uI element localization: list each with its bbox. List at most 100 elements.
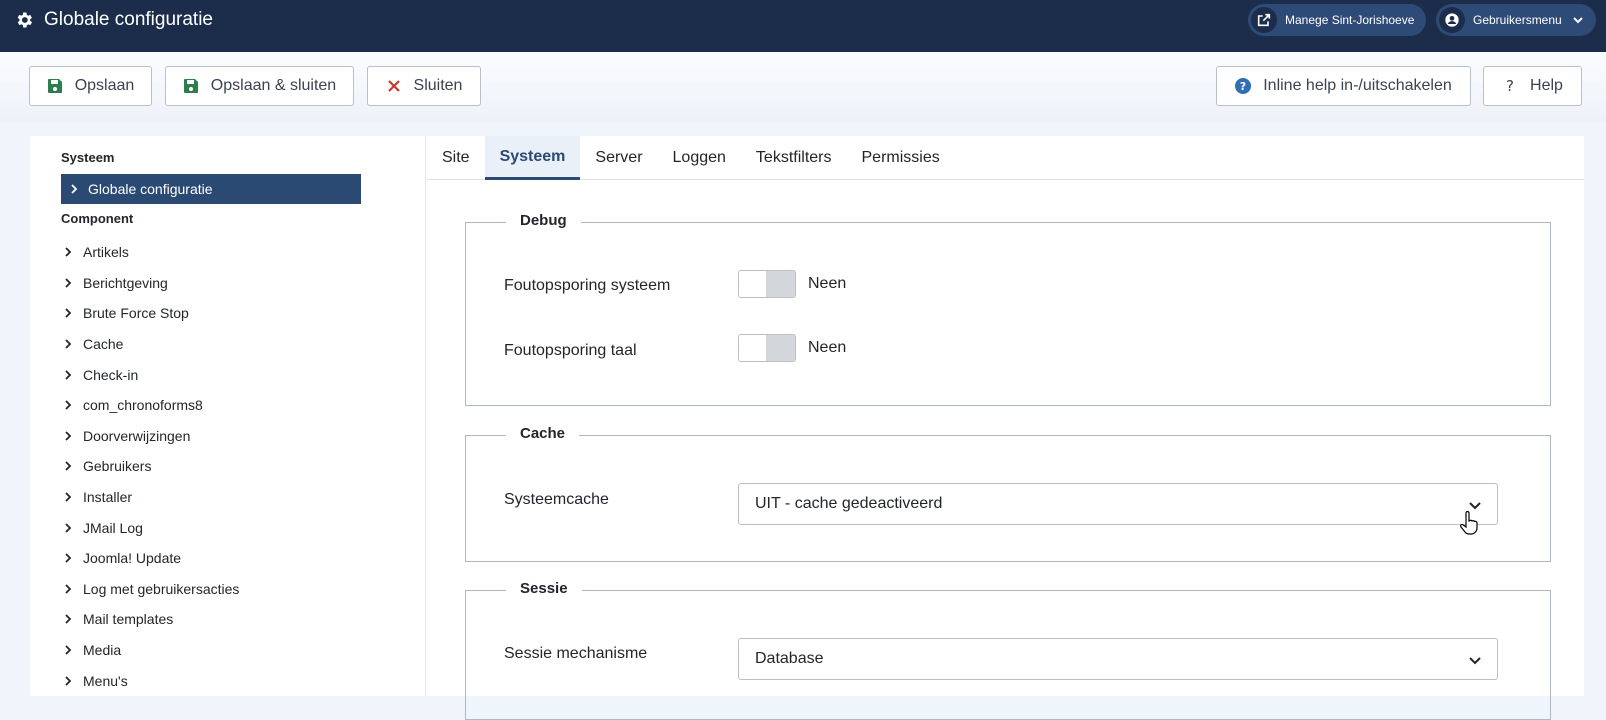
gear-icon	[17, 12, 32, 28]
chevron-down-icon	[1573, 17, 1583, 24]
close-button[interactable]: Sluiten	[367, 66, 481, 106]
save-label: Opslaan	[74, 77, 135, 94]
question-icon: ?	[1506, 78, 1514, 94]
debug-legend: Debug	[506, 212, 581, 229]
sidebar-item-label: Berichtgeving	[83, 274, 168, 291]
sidebar-item[interactable]: Media	[63, 635, 383, 666]
sidebar: Systeem Globale configuratie Component A…	[30, 136, 426, 696]
cache-legend: Cache	[506, 425, 580, 442]
chevron-right-icon	[65, 614, 72, 625]
close-icon	[387, 80, 400, 92]
sidebar-item-label: Installer	[83, 489, 133, 506]
sidebar-heading-system: Systeem	[61, 150, 115, 165]
language-debug-switch[interactable]	[738, 334, 796, 362]
sidebar-item-label: Mail templates	[83, 611, 174, 628]
tab-logging[interactable]: Loggen	[658, 136, 741, 180]
sidebar-item[interactable]: Installer	[63, 482, 383, 513]
sidebar-item[interactable]: Gebruikers	[63, 451, 383, 482]
svg-text:?: ?	[1240, 80, 1246, 93]
top-header: Globale configuratie Manege Sint-Jorisho…	[0, 0, 1606, 52]
system-debug-switch[interactable]	[738, 270, 796, 298]
system-cache-value: UIT - cache gedeactiveerd	[755, 495, 943, 512]
chevron-right-icon	[65, 400, 72, 410]
page-title: Globale configuratie	[14, 9, 213, 31]
config-content: Site Systeem Server Loggen Tekstfilters …	[427, 136, 1584, 720]
chevron-down-icon	[1469, 657, 1481, 665]
language-debug-value: Neen	[808, 339, 847, 356]
session-fieldset: Sessie Sessie mechanisme Database	[465, 580, 1551, 720]
chevron-right-icon	[65, 584, 72, 594]
session-legend: Sessie	[506, 580, 582, 597]
sidebar-item-label: JMail Log	[83, 519, 143, 536]
chevron-right-icon	[65, 278, 72, 288]
sidebar-item-label: Doorverwijzingen	[83, 427, 191, 444]
tab-system[interactable]: Systeem	[484, 136, 581, 180]
chevron-right-icon	[65, 675, 72, 686]
sidebar-item[interactable]: JMail Log	[63, 512, 383, 543]
sidebar-heading-component: Component	[61, 211, 134, 226]
system-cache-select[interactable]: UIT - cache gedeactiveerd	[738, 483, 1498, 525]
sidebar-item-label: Media	[83, 642, 122, 659]
sidebar-item[interactable]: com_chronoforms8	[63, 390, 383, 421]
chevron-right-icon	[65, 645, 72, 655]
save-close-label: Opslaan & sluiten	[210, 77, 337, 94]
close-label: Sluiten	[413, 77, 463, 94]
save-button[interactable]: Opslaan	[29, 66, 152, 106]
session-handler-label: Sessie mechanisme	[504, 645, 648, 662]
cache-fieldset: Cache Systeemcache UIT - cache gedeactiv…	[465, 425, 1551, 562]
sidebar-item[interactable]: Log met gebruikersacties	[63, 574, 383, 605]
sidebar-item-global-config[interactable]: Globale configuratie	[61, 174, 361, 204]
sidebar-item[interactable]: Artikels	[63, 237, 383, 268]
save-icon	[183, 79, 198, 93]
sidebar-item[interactable]: Berichtgeving	[63, 268, 383, 299]
hand-pointer-cursor-icon	[1460, 511, 1478, 535]
session-handler-select[interactable]: Database	[738, 638, 1498, 680]
chevron-right-icon	[65, 523, 72, 533]
sidebar-item-label: Gebruikers	[83, 458, 152, 475]
sidebar-item-label: Globale configuratie	[88, 181, 213, 197]
sidebar-item[interactable]: Check-in	[63, 359, 383, 390]
language-debug-label: Foutopsporing taal	[504, 342, 637, 359]
sidebar-item-label: Joomla! Update	[83, 550, 182, 567]
tab-bar: Site Systeem Server Loggen Tekstfilters …	[427, 136, 1584, 180]
chevron-right-icon	[71, 184, 78, 194]
inline-help-label: Inline help in-/uitschakelen	[1263, 77, 1452, 94]
sidebar-item-label: Cache	[83, 336, 124, 353]
tab-server[interactable]: Server	[580, 136, 657, 180]
switch-knob	[766, 335, 795, 361]
question-circle-icon: ?	[1235, 78, 1252, 94]
system-debug-label: Foutopsporing systeem	[504, 277, 671, 294]
svg-text:?: ?	[1506, 78, 1514, 94]
sidebar-item-label: Brute Force Stop	[83, 305, 189, 322]
site-link-button[interactable]: Manege Sint-Jorishoeve	[1248, 4, 1426, 36]
tab-permissions[interactable]: Permissies	[847, 136, 955, 180]
sidebar-item-label: Check-in	[83, 366, 139, 383]
system-debug-value: Neen	[808, 275, 847, 292]
chevron-right-icon	[65, 339, 72, 349]
user-avatar-icon	[1439, 7, 1465, 33]
save-close-button[interactable]: Opslaan & sluiten	[165, 66, 354, 106]
user-menu-button[interactable]: Gebruikersmenu	[1436, 4, 1596, 36]
debug-fieldset: Debug Foutopsporing systeem Neen Foutops…	[465, 212, 1551, 406]
sidebar-item[interactable]: Cache	[63, 329, 383, 360]
session-handler-value: Database	[755, 650, 824, 667]
chevron-right-icon	[65, 553, 72, 563]
sidebar-item-label: Menu's	[83, 672, 128, 689]
sidebar-item[interactable]: Joomla! Update	[63, 543, 383, 574]
inline-help-toggle-button[interactable]: ? Inline help in-/uitschakelen	[1216, 66, 1471, 106]
switch-knob	[766, 271, 795, 297]
chevron-right-icon	[65, 247, 72, 257]
external-link-icon	[1251, 7, 1277, 33]
component-list: Artikels Berichtgeving Brute Force Stop …	[63, 237, 383, 696]
sidebar-item[interactable]: Menu's	[63, 665, 383, 696]
sidebar-item[interactable]: Doorverwijzingen	[63, 421, 383, 452]
sidebar-item-label: Log met gebruikersacties	[83, 580, 240, 597]
tab-text-filters[interactable]: Tekstfilters	[741, 136, 847, 180]
sidebar-item[interactable]: Brute Force Stop	[63, 298, 383, 329]
sidebar-item[interactable]: Mail templates	[63, 604, 383, 635]
chevron-right-icon	[65, 370, 72, 380]
help-button[interactable]: ? Help	[1483, 66, 1582, 106]
sidebar-item-label: Artikels	[83, 244, 129, 261]
help-label: Help	[1530, 77, 1563, 94]
tab-site[interactable]: Site	[427, 136, 485, 180]
